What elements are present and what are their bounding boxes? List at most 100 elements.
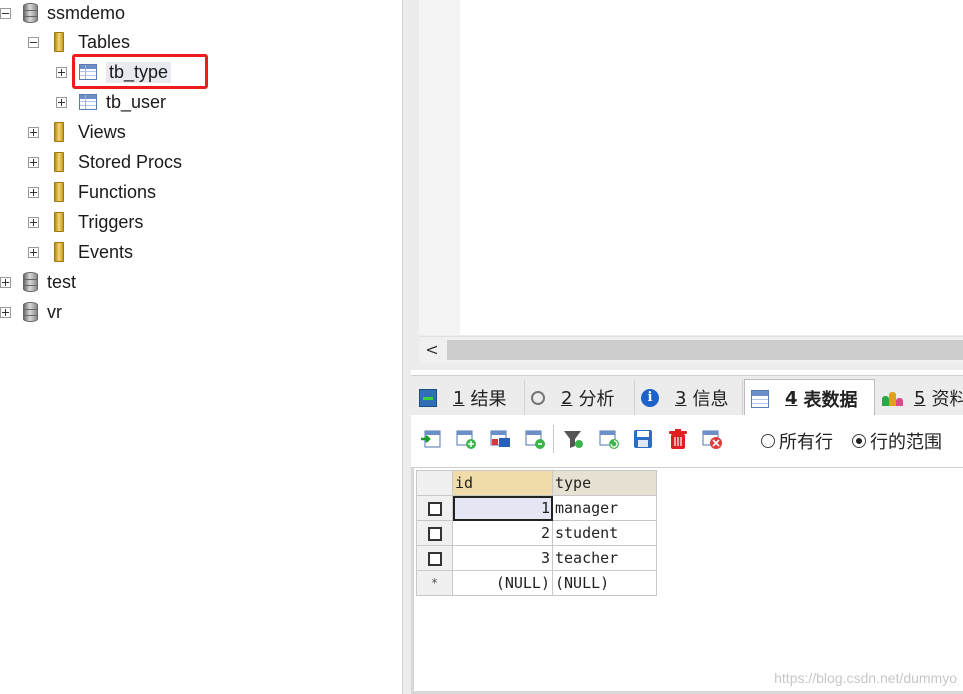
tree-node-test[interactable]: test — [0, 269, 76, 295]
column-header-id[interactable]: id — [452, 470, 553, 496]
tree-node-views[interactable]: Views — [28, 119, 126, 145]
expand-icon[interactable] — [56, 96, 67, 108]
database-icon — [23, 3, 38, 23]
folder-icon — [54, 212, 64, 232]
tree-node-vr[interactable]: vr — [0, 299, 62, 325]
tree-node-label: Stored Procs — [78, 151, 183, 172]
tree-node-label: Events — [78, 241, 134, 262]
checkbox-icon[interactable] — [427, 501, 442, 516]
refresh-icon[interactable] — [598, 428, 620, 450]
analyze-icon — [531, 391, 545, 405]
cell-id[interactable]: 1 — [452, 495, 553, 521]
cell-type[interactable]: teacher — [552, 545, 657, 571]
database-icon — [23, 302, 38, 322]
data-grid: id type 1 manager 2 student 3 teacher * … — [416, 470, 657, 596]
row-select-checkbox[interactable] — [416, 495, 453, 521]
radio-all-rows[interactable]: 所有行 — [761, 428, 833, 454]
tree-node-tables[interactable]: Tables — [28, 29, 130, 55]
save-icon[interactable] — [632, 428, 654, 450]
tree-node-label: tb_user — [106, 91, 167, 112]
checkbox-icon[interactable] — [427, 551, 442, 566]
expand-icon[interactable] — [0, 276, 11, 288]
radio-button[interactable] — [852, 434, 866, 448]
result-icon — [419, 389, 437, 407]
tree-node-label: vr — [47, 301, 62, 322]
row-select-checkbox[interactable] — [416, 520, 453, 546]
cell-type[interactable]: manager — [552, 495, 657, 521]
expand-icon[interactable] — [28, 126, 39, 138]
collapse-icon[interactable] — [28, 36, 39, 48]
delete-icon[interactable] — [667, 428, 689, 450]
tree-node-tb-user[interactable]: tb_user — [56, 89, 166, 115]
cell-id[interactable]: 2 — [452, 520, 553, 546]
profile-icon — [882, 389, 904, 407]
tab-number: 5 — [914, 387, 926, 409]
query-editor[interactable] — [460, 0, 963, 335]
expand-icon[interactable] — [28, 246, 39, 258]
folder-icon — [54, 182, 64, 202]
tab-label: 信息 — [692, 389, 729, 410]
line-number-gutter — [419, 0, 460, 335]
folder-icon — [54, 242, 64, 262]
tab-number: 1 — [453, 387, 465, 409]
new-row[interactable]: * (NULL) (NULL) — [416, 570, 657, 596]
cell-type[interactable]: (NULL) — [552, 570, 657, 596]
expand-icon[interactable] — [28, 216, 39, 228]
radio-row-range[interactable]: 行的范围 — [852, 428, 942, 454]
folder-icon — [54, 122, 64, 142]
column-header-type[interactable]: type — [552, 470, 657, 496]
scrollbar-thumb[interactable] — [447, 340, 963, 360]
highlight-annotation — [72, 54, 208, 89]
insert-row-icon[interactable] — [420, 428, 442, 450]
cell-id[interactable]: 3 — [452, 545, 553, 571]
radio-button[interactable] — [761, 434, 775, 448]
new-row-marker: * — [416, 570, 453, 596]
expand-icon[interactable] — [56, 66, 67, 78]
tab-profile[interactable]: 5 资料 — [876, 380, 963, 416]
tab-info[interactable]: i 3 信息 — [635, 380, 743, 416]
tree-node-functions[interactable]: Functions — [28, 179, 156, 205]
tab-table-data[interactable]: 4 表数据 — [744, 379, 875, 417]
tree-node-label: Tables — [78, 31, 131, 52]
horizontal-scrollbar[interactable]: < — [419, 336, 963, 363]
tab-label: 结果 — [470, 389, 507, 410]
folder-icon — [54, 152, 64, 172]
filter-icon[interactable] — [563, 428, 585, 450]
tree-node-stored-procs[interactable]: Stored Procs — [28, 149, 182, 175]
corner-header — [416, 470, 453, 496]
tree-node-label: Functions — [78, 181, 157, 202]
info-icon: i — [641, 389, 659, 407]
watermark: https://blog.csdn.net/dummyo — [774, 670, 957, 686]
tree-node-triggers[interactable]: Triggers — [28, 209, 143, 235]
collapse-icon[interactable] — [0, 7, 11, 19]
expand-icon[interactable] — [28, 186, 39, 198]
table-data-toolbar: 所有行 行的范围 — [411, 415, 963, 468]
expand-icon[interactable] — [28, 156, 39, 168]
tab-analyze[interactable]: 2 分析 — [525, 380, 635, 416]
table-row[interactable]: 3 teacher — [416, 545, 657, 571]
tree-node-ssmdemo[interactable]: ssmdemo — [0, 0, 125, 26]
tab-number: 4 — [785, 388, 798, 409]
database-icon — [23, 272, 38, 292]
pane-splitter[interactable] — [402, 0, 411, 694]
cell-type[interactable]: student — [552, 520, 657, 546]
cell-id[interactable]: (NULL) — [452, 570, 553, 596]
tab-label: 分析 — [578, 389, 615, 410]
tab-label: 资料 — [931, 389, 963, 410]
row-select-checkbox[interactable] — [416, 545, 453, 571]
tree-node-events[interactable]: Events — [28, 239, 133, 265]
table-row[interactable]: 1 manager — [416, 495, 657, 521]
duplicate-row-icon[interactable] — [455, 428, 477, 450]
import-icon[interactable] — [524, 428, 546, 450]
tab-number: 3 — [675, 387, 687, 409]
scroll-left-icon[interactable]: < — [419, 337, 445, 363]
expand-icon[interactable] — [0, 306, 11, 318]
cancel-icon[interactable] — [701, 428, 723, 450]
tab-number: 2 — [561, 387, 573, 409]
table-row[interactable]: 2 student — [416, 520, 657, 546]
tab-result[interactable]: 1 结果 — [413, 380, 525, 416]
table-data-icon — [751, 389, 769, 408]
export-icon[interactable] — [489, 428, 511, 450]
checkbox-icon[interactable] — [427, 526, 442, 541]
radio-label: 所有行 — [779, 432, 833, 453]
